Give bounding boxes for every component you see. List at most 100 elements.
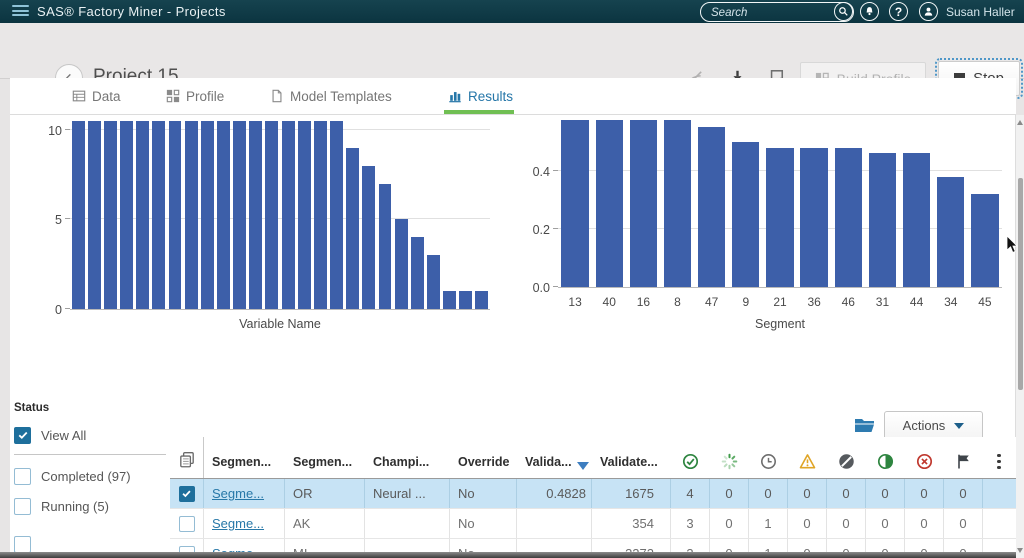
column-header-validate[interactable]: Validate...	[592, 437, 671, 478]
x-tick-label: 44	[909, 295, 924, 309]
bar	[443, 291, 457, 309]
row-checkbox[interactable]	[178, 515, 195, 532]
bar	[971, 194, 999, 287]
tab-results[interactable]: Results	[448, 78, 513, 114]
bar	[410, 237, 424, 309]
count-cell: 0	[905, 479, 944, 508]
column-header-warning-icon[interactable]	[788, 437, 827, 478]
column-header-completed-icon[interactable]	[671, 437, 710, 478]
status-filter-running-5-: Running (5)	[14, 491, 166, 521]
bar	[87, 121, 101, 309]
bar	[698, 127, 726, 287]
cell: OR	[285, 479, 365, 508]
x-tick-label: 16	[636, 295, 651, 309]
column-header-skipped-icon[interactable]	[827, 437, 866, 478]
bar	[152, 121, 166, 309]
top-app-bar: SAS® Factory Miner - Projects ? Susan Ha…	[0, 0, 1024, 23]
table-row[interactable]: Segme... AK No 354 3 0 1 0 0 0 0 0	[170, 509, 1016, 539]
bar	[732, 141, 760, 287]
user-avatar-icon[interactable]	[919, 2, 938, 21]
scroll-down-arrow-icon[interactable]	[1017, 548, 1023, 553]
column-header-partial-icon[interactable]	[866, 437, 905, 478]
x-tick-label: 21	[773, 295, 787, 309]
search-icon[interactable]	[834, 2, 853, 21]
cell: 1675	[592, 479, 671, 508]
bar	[297, 121, 311, 309]
overflow-cell	[983, 509, 1016, 538]
bar	[265, 121, 279, 309]
bar	[427, 255, 440, 309]
checkbox[interactable]	[14, 426, 31, 444]
status-filter-list: View All Completed (97) Running (5)	[14, 420, 166, 558]
help-icon[interactable]: ?	[889, 2, 908, 21]
y-tick-mark	[553, 227, 558, 229]
actions-dropdown-button[interactable]: Actions	[884, 411, 983, 440]
column-header-running-icon[interactable]	[710, 437, 749, 478]
column-header-valida[interactable]: Valida...	[517, 437, 592, 478]
column-header-pending-icon[interactable]	[749, 437, 788, 478]
segment-link[interactable]: Segme...	[212, 516, 264, 531]
checkbox[interactable]	[14, 535, 31, 553]
count-cell: 0	[710, 509, 749, 538]
count-cell: 3	[671, 509, 710, 538]
search-input[interactable]	[709, 4, 831, 21]
cell: Neural ...	[365, 479, 450, 508]
column-header-override[interactable]: Override	[450, 437, 517, 478]
search-box[interactable]	[700, 2, 854, 22]
column-header-champi[interactable]: Champi...	[365, 437, 450, 478]
bar	[120, 121, 133, 309]
count-cell: 1	[749, 509, 788, 538]
kebab-menu-icon[interactable]	[983, 437, 1016, 478]
checkbox[interactable]	[14, 497, 31, 515]
tab-profile[interactable]: Profile	[166, 78, 224, 114]
cell: AK	[285, 509, 365, 538]
column-header-segmen[interactable]: Segmen...	[204, 437, 285, 478]
project-toolbar: Project 15 Build Profile Stop	[0, 23, 1024, 99]
checkbox[interactable]	[14, 467, 31, 485]
overflow-cell	[983, 479, 1016, 508]
bar	[184, 121, 198, 309]
scroll-up-arrow-icon[interactable]	[1017, 120, 1023, 125]
x-tick-label: 9	[742, 295, 750, 309]
segment-link[interactable]: Segme...	[212, 486, 264, 501]
count-cell: 0	[788, 509, 827, 538]
vertical-scrollbar[interactable]	[1015, 115, 1024, 558]
open-folder-icon[interactable]	[854, 417, 875, 439]
column-header-failed-icon[interactable]	[905, 437, 944, 478]
cell: 354	[592, 509, 671, 538]
x-tick-label: 47	[705, 295, 719, 309]
count-cell: 0	[866, 479, 905, 508]
cell: 0.4828	[517, 479, 592, 508]
y-tick-mark	[65, 308, 70, 309]
bar	[249, 121, 263, 309]
bar	[313, 121, 327, 309]
right-chart-x-axis-label: Segment	[754, 317, 806, 331]
scrollbar-thumb[interactable]	[1017, 178, 1023, 390]
column-header-segmen[interactable]: Segmen...	[285, 437, 365, 478]
chevron-down-icon	[954, 422, 965, 429]
profile-grid-icon	[166, 89, 180, 103]
count-cell: 0	[749, 479, 788, 508]
divider	[14, 454, 166, 455]
bar	[834, 147, 862, 287]
tab-model-templates[interactable]: Model Templates	[270, 78, 392, 114]
row-checkbox-cell	[170, 479, 204, 508]
kebab-menu-icon[interactable]	[997, 453, 1001, 469]
bar	[595, 120, 623, 287]
hamburger-menu-icon[interactable]	[12, 5, 29, 18]
status-panel-title: Status	[14, 402, 50, 414]
bar	[629, 120, 658, 287]
copy-rows-icon[interactable]	[170, 437, 204, 478]
bar	[233, 121, 247, 309]
results-bar-chart-icon	[449, 92, 461, 103]
y-tick-label: 10	[48, 123, 62, 138]
tab-data[interactable]: Data	[72, 78, 121, 114]
column-header-flag-icon[interactable]	[944, 437, 983, 478]
table-row[interactable]: Segme... OR Neural ... No 0.4828 1675 4 0 0 0 0 0 0 0	[170, 479, 1016, 509]
notifications-bell-icon[interactable]	[860, 2, 879, 21]
cell	[365, 509, 450, 538]
row-checkbox[interactable]	[178, 485, 195, 502]
left-chart-x-axis-label: Variable Name	[239, 317, 321, 331]
count-cell: 0	[905, 509, 944, 538]
user-name[interactable]: Susan Haller	[946, 5, 1015, 19]
